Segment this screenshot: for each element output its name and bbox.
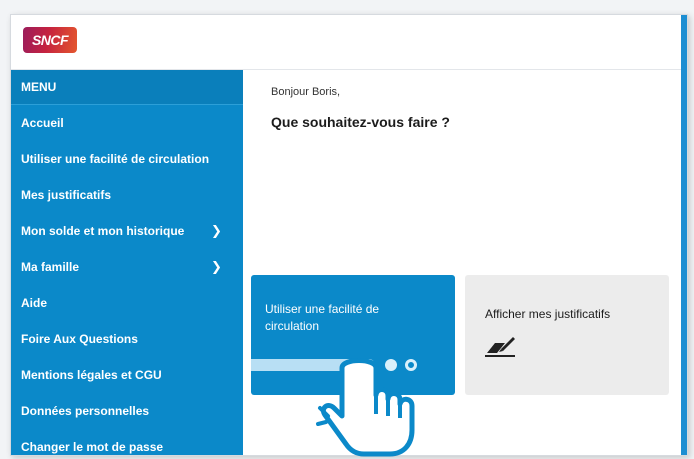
sidebar-menu: MENU Accueil Utiliser une facilité de ci… [11, 70, 243, 455]
sidebar-item-changer-mot-de-passe[interactable]: Changer le mot de passe [11, 429, 243, 455]
sidebar-item-label: Utiliser une facilité de circulation [21, 152, 210, 166]
sidebar-item-ma-famille[interactable]: Ma famille ❯ [11, 249, 243, 285]
sidebar-item-mentions-legales[interactable]: Mentions légales et CGU [11, 357, 243, 393]
main-content: Bonjour Boris, Que souhaitez-vous faire … [243, 70, 681, 455]
sidebar-item-label: Données personnelles [21, 404, 150, 418]
document-pen-icon [485, 337, 515, 357]
chevron-right-icon: ❯ [211, 223, 222, 238]
sidebar-item-accueil[interactable]: Accueil [11, 105, 243, 141]
sidebar-item-aide[interactable]: Aide [11, 285, 243, 321]
sidebar-item-label: Ma famille [21, 260, 80, 274]
sidebar-item-solde-historique[interactable]: Mon solde et mon historique ❯ [11, 213, 243, 249]
card-title: Afficher mes justificatifs [485, 307, 611, 321]
sidebar-item-label: Mes justificatifs [21, 188, 112, 202]
window-edge [681, 15, 687, 455]
sidebar-item-utiliser-facilite[interactable]: Utiliser une facilité de circulation [11, 141, 243, 177]
sidebar-item-label: Changer le mot de passe [21, 440, 164, 454]
card-title: Utiliser une facilité de circulation [265, 302, 380, 333]
show-justificatifs-card[interactable]: Afficher mes justificatifs [465, 275, 669, 395]
sidebar-item-label: Mon solde et mon historique [21, 224, 185, 238]
page-title: Que souhaitez-vous faire ? [271, 114, 450, 130]
greeting-text: Bonjour Boris, [271, 86, 341, 98]
sidebar-item-label: Foire Aux Questions [21, 332, 138, 346]
sidebar-item-label: Accueil [21, 116, 64, 130]
chevron-right-icon: ❯ [211, 259, 222, 274]
sidebar-item-label: Aide [21, 296, 48, 310]
sidebar-item-donnees-personnelles[interactable]: Données personnelles [11, 393, 243, 429]
sncf-logo[interactable]: SNCF [23, 27, 77, 53]
sidebar-item-mes-justificatifs[interactable]: Mes justificatifs [11, 177, 243, 213]
hand-pointer-icon [316, 358, 415, 457]
menu-title: MENU [11, 70, 243, 105]
sidebar-item-faq[interactable]: Foire Aux Questions [11, 321, 243, 357]
top-bar: SNCF [11, 15, 681, 70]
sidebar-item-label: Mentions légales et CGU [21, 368, 162, 382]
